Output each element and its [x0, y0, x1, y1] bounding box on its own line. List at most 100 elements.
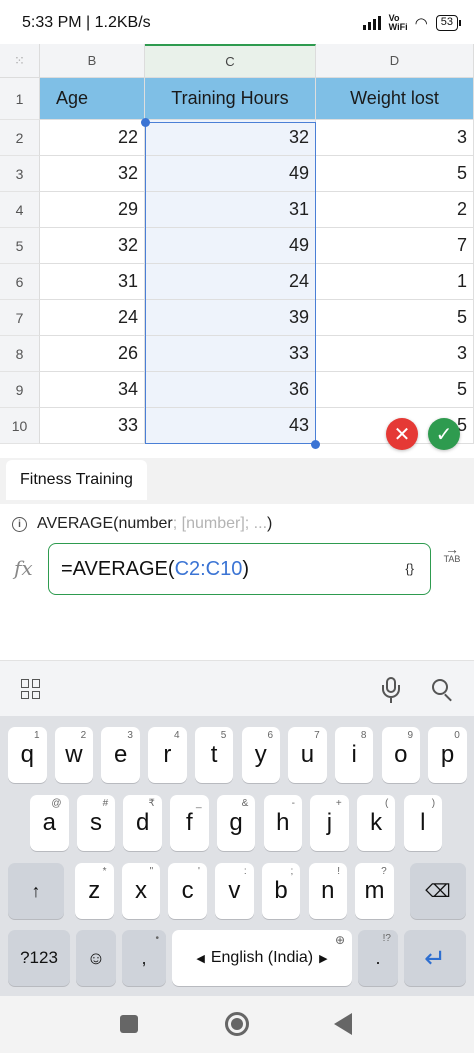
row-header[interactable]: 6	[0, 264, 40, 300]
backspace-key[interactable]: ⌫	[410, 863, 466, 919]
table-cell[interactable]: 5	[316, 156, 474, 192]
period-key[interactable]: !? .	[358, 930, 398, 986]
table-cell[interactable]: 32	[40, 228, 145, 264]
back-triangle-icon[interactable]	[334, 1013, 352, 1035]
key-j[interactable]: + j	[310, 795, 349, 851]
formula-input[interactable]: =AVERAGE(C2:C10) {}	[48, 543, 431, 595]
key-o[interactable]: 9o	[381, 727, 421, 783]
row-header[interactable]: 2	[0, 120, 40, 156]
key-c[interactable]: ' c	[168, 863, 207, 919]
header-cell[interactable]: Weight lost	[316, 78, 474, 120]
table-cell[interactable]: 32	[40, 156, 145, 192]
key-a[interactable]: @ a	[30, 795, 69, 851]
column-header-b[interactable]: B	[40, 44, 145, 78]
row-header[interactable]: 9	[0, 372, 40, 408]
key-n[interactable]: ! n	[308, 863, 347, 919]
key-p[interactable]: 0p	[428, 727, 467, 783]
microphone-icon[interactable]	[382, 677, 400, 703]
key-y[interactable]: 6y	[241, 727, 280, 783]
fx-icon[interactable]: fx	[14, 556, 33, 580]
status-time-speed: 5:33 PM | 1.2KB/s	[22, 14, 151, 31]
row-header[interactable]: 10	[0, 408, 40, 444]
key-v[interactable]: :v	[215, 863, 254, 919]
key-b[interactable]: ; b	[261, 863, 301, 919]
row-header[interactable]: 3	[0, 156, 40, 192]
key-g[interactable]: & g	[216, 795, 256, 851]
table-cell[interactable]: 34	[40, 372, 145, 408]
row-header[interactable]: 4	[0, 192, 40, 228]
key-i[interactable]: 8i	[334, 727, 374, 783]
period-sup: !?	[382, 933, 391, 944]
emoji-key[interactable]: ☺	[76, 930, 116, 986]
table-cell[interactable]: 29	[40, 192, 145, 228]
key-k[interactable]: (k	[356, 795, 396, 851]
key-hint: 0	[454, 730, 460, 741]
key-m[interactable]: ? m	[355, 863, 394, 919]
apps-grid-icon[interactable]	[21, 679, 41, 699]
key-d[interactable]: ₹ d	[123, 795, 162, 851]
table-cell[interactable]: 26	[40, 336, 145, 372]
key-w[interactable]: 2w	[54, 727, 94, 783]
key-q[interactable]: 1q	[8, 727, 47, 783]
select-all-corner[interactable]: ⁙	[0, 44, 40, 78]
confirm-icon[interactable]: ✓	[428, 418, 460, 450]
column-header-c[interactable]: C	[145, 44, 316, 78]
selection-handle-top[interactable]	[141, 118, 150, 127]
header-cell[interactable]: Training Hours	[145, 78, 316, 120]
table-cell[interactable]: 31	[40, 264, 145, 300]
row-header[interactable]: 5	[0, 228, 40, 264]
table-cell[interactable]: 33	[145, 336, 316, 372]
key-f[interactable]: _ f	[170, 795, 209, 851]
tab-key-button[interactable]: → TAB	[440, 542, 464, 564]
table-cell[interactable]: 5	[316, 372, 474, 408]
row-header[interactable]: 1	[0, 78, 40, 120]
table-cell[interactable]: 49	[145, 228, 316, 264]
table-cell[interactable]: 36	[145, 372, 316, 408]
column-header-d[interactable]: D	[316, 44, 474, 78]
key-s[interactable]: # s	[76, 795, 116, 851]
key-u[interactable]: 7u	[288, 727, 327, 783]
table-cell[interactable]: 2	[316, 192, 474, 228]
key-x[interactable]: " x	[121, 863, 161, 919]
table-cell[interactable]: 3	[316, 120, 474, 156]
comma-key[interactable]: • ,	[122, 930, 166, 986]
table-cell[interactable]: 5	[316, 300, 474, 336]
table-cell[interactable]: 33	[40, 408, 145, 444]
table-cell[interactable]: 24	[40, 300, 145, 336]
cancel-icon[interactable]: ✕	[386, 418, 418, 450]
table-cell[interactable]: 31	[145, 192, 316, 228]
table-cell[interactable]: 3	[316, 336, 474, 372]
space-key[interactable]: ◀ English (India) ▶ ⊕	[172, 930, 352, 986]
key-label: d	[135, 809, 150, 836]
braces-button[interactable]: {}	[405, 561, 414, 576]
spreadsheet-grid[interactable]: ⁙ B C D 1 2 3 4 5 6 7 8 9 10 Age Training Hours Weig…	[0, 44, 474, 458]
table-cell[interactable]: 7	[316, 228, 474, 264]
header-cell[interactable]: Age	[40, 78, 145, 120]
key-z[interactable]: * z	[75, 863, 114, 919]
table-cell[interactable]: 24	[145, 264, 316, 300]
table-cell[interactable]: 39	[145, 300, 316, 336]
table-cell[interactable]: 22	[40, 120, 145, 156]
search-icon[interactable]	[432, 679, 454, 702]
shift-key[interactable]: ↑	[8, 863, 64, 919]
key-r[interactable]: 4r	[148, 727, 187, 783]
key-label: w	[65, 741, 83, 768]
table-cell[interactable]: 1	[316, 264, 474, 300]
recents-square-icon[interactable]	[120, 1015, 138, 1033]
key-l[interactable]: ) l	[403, 795, 443, 851]
table-cell[interactable]: 32	[145, 120, 316, 156]
row-header[interactable]: 8	[0, 336, 40, 372]
symbols-key[interactable]: ?123	[8, 930, 70, 986]
key-t[interactable]: 5t	[194, 727, 234, 783]
table-cell[interactable]: 43	[145, 408, 316, 444]
home-circle-icon[interactable]	[225, 1012, 249, 1036]
key-label: v	[228, 877, 241, 904]
key-e[interactable]: 3e	[101, 727, 140, 783]
selection-handle-bottom[interactable]	[311, 440, 320, 449]
enter-key[interactable]: ↵	[404, 930, 466, 986]
row-header[interactable]: 7	[0, 300, 40, 336]
sheet-tab-fitness-training[interactable]: Fitness Training	[6, 460, 147, 500]
key-h[interactable]: -h	[263, 795, 302, 851]
table-cell[interactable]: 49	[145, 156, 316, 192]
info-icon[interactable]: i	[12, 516, 27, 532]
